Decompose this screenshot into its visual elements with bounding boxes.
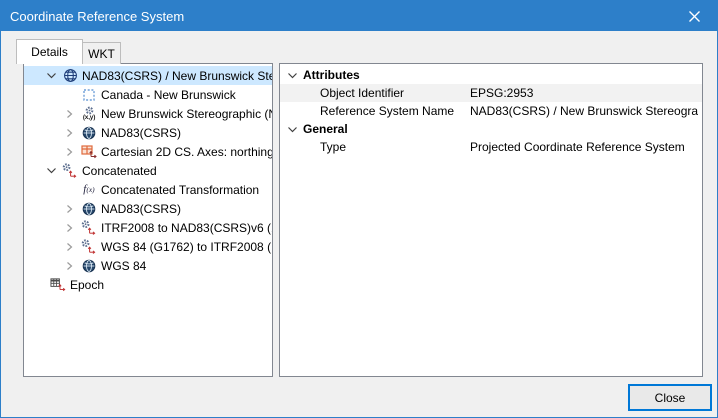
tab-wkt[interactable]: WKT <box>83 42 121 64</box>
expander-spacer <box>65 87 81 103</box>
tree-item[interactable]: NAD83(CSRS) / New Brunswick Stere... <box>24 66 272 85</box>
tree-item-label: Concatenated <box>82 164 157 178</box>
chevron-down-icon[interactable] <box>46 68 62 84</box>
tree-item-label: WGS 84 <box>101 259 146 273</box>
property-value: Projected Coordinate Reference System <box>470 140 698 154</box>
expander-spacer <box>65 182 81 198</box>
property-label: Object Identifier <box>320 86 404 100</box>
chevron-down-icon[interactable] <box>46 163 62 179</box>
chevron-right-icon[interactable] <box>65 239 81 255</box>
tree-item-label: Canada - New Brunswick <box>101 88 236 102</box>
tree-item[interactable]: Cartesian 2D CS. Axes: northing, ... <box>24 142 272 161</box>
close-button[interactable]: Close <box>628 384 712 411</box>
chevron-right-icon[interactable] <box>65 220 81 236</box>
tree-item[interactable]: NAD83(CSRS) <box>24 199 272 218</box>
window-title: Coordinate Reference System <box>1 9 184 24</box>
tree-item[interactable]: WGS 84 (G1762) to ITRF2008 (1) <box>24 237 272 256</box>
section-header-label: General <box>303 122 348 136</box>
property-section-header[interactable]: General <box>280 120 702 138</box>
tab-bar: Details WKT <box>16 39 121 64</box>
chevron-right-icon[interactable] <box>65 258 81 274</box>
tree-item[interactable]: ITRF2008 to NAD83(CSRS)v6 (1) <box>24 218 272 237</box>
tree-item[interactable]: Canada - New Brunswick <box>24 85 272 104</box>
operation-axis-icon <box>81 238 97 255</box>
chevron-down-icon[interactable] <box>287 125 300 134</box>
crs-properties-panel: Attributes Object Identifier EPSG:2953 Refe… <box>279 63 703 377</box>
chevron-right-icon[interactable] <box>65 201 81 217</box>
globe-wireframe-icon <box>62 67 78 84</box>
tree-item-label: ITRF2008 to NAD83(CSRS)v6 (1) <box>101 221 273 235</box>
crs-dialog-window: Coordinate Reference System Details WKT … <box>0 0 718 418</box>
section-header-label: Attributes <box>303 68 360 82</box>
close-icon[interactable] <box>672 1 717 31</box>
epoch-icon <box>50 276 66 293</box>
operation-xy-icon: (x,y) <box>81 105 97 122</box>
tree-item-label: NAD83(CSRS) <box>101 126 181 140</box>
titlebar[interactable]: Coordinate Reference System <box>1 1 717 31</box>
function-icon: f(x) <box>81 181 97 198</box>
tree-item-label: NAD83(CSRS) / New Brunswick Stere... <box>82 69 273 83</box>
tree-item[interactable]: (x,y) New Brunswick Stereographic (N... <box>24 104 272 123</box>
property-label: Type <box>320 140 346 154</box>
property-row[interactable]: Object Identifier EPSG:2953 <box>280 84 702 102</box>
tree-item[interactable]: WGS 84 <box>24 256 272 275</box>
tree-item-label: WGS 84 (G1762) to ITRF2008 (1) <box>101 240 273 254</box>
tab-details-label: Details <box>31 45 68 59</box>
tree-item[interactable]: Concatenated <box>24 161 272 180</box>
cartesian-cs-icon <box>81 143 97 160</box>
tree-item-label: New Brunswick Stereographic (N... <box>101 107 273 121</box>
property-value: NAD83(CSRS) / New Brunswick Stereogra... <box>470 104 698 118</box>
tab-wkt-label: WKT <box>88 47 115 61</box>
tree-item-label: Cartesian 2D CS. Axes: northing, ... <box>101 145 273 159</box>
tab-details[interactable]: Details <box>16 39 83 64</box>
property-row[interactable]: Type Projected Coordinate Reference Syste… <box>280 138 702 156</box>
crs-tree-panel: NAD83(CSRS) / New Brunswick Stere... Cana… <box>23 63 273 377</box>
property-section-header[interactable]: Attributes <box>280 66 702 84</box>
globe-dark-icon <box>81 200 97 217</box>
property-row[interactable]: Reference System Name NAD83(CSRS) / New B… <box>280 102 702 120</box>
tree-item-label: Concatenated Transformation <box>101 183 259 197</box>
tree-item[interactable]: Epoch <box>24 275 272 294</box>
tree-item-label: Epoch <box>70 278 104 292</box>
chevron-right-icon[interactable] <box>65 125 81 141</box>
tree-item[interactable]: NAD83(CSRS) <box>24 123 272 142</box>
operation-axis-icon <box>62 162 78 179</box>
chevron-right-icon[interactable] <box>65 144 81 160</box>
globe-dark-icon <box>81 257 97 274</box>
chevron-right-icon[interactable] <box>65 106 81 122</box>
chevron-down-icon[interactable] <box>287 71 300 80</box>
globe-dark-icon <box>81 124 97 141</box>
operation-axis-icon <box>81 219 97 236</box>
tree-item-label: NAD83(CSRS) <box>101 202 181 216</box>
extent-icon <box>81 86 97 103</box>
property-label: Reference System Name <box>320 104 454 118</box>
tree-item[interactable]: f(x) Concatenated Transformation <box>24 180 272 199</box>
property-value: EPSG:2953 <box>470 86 698 100</box>
